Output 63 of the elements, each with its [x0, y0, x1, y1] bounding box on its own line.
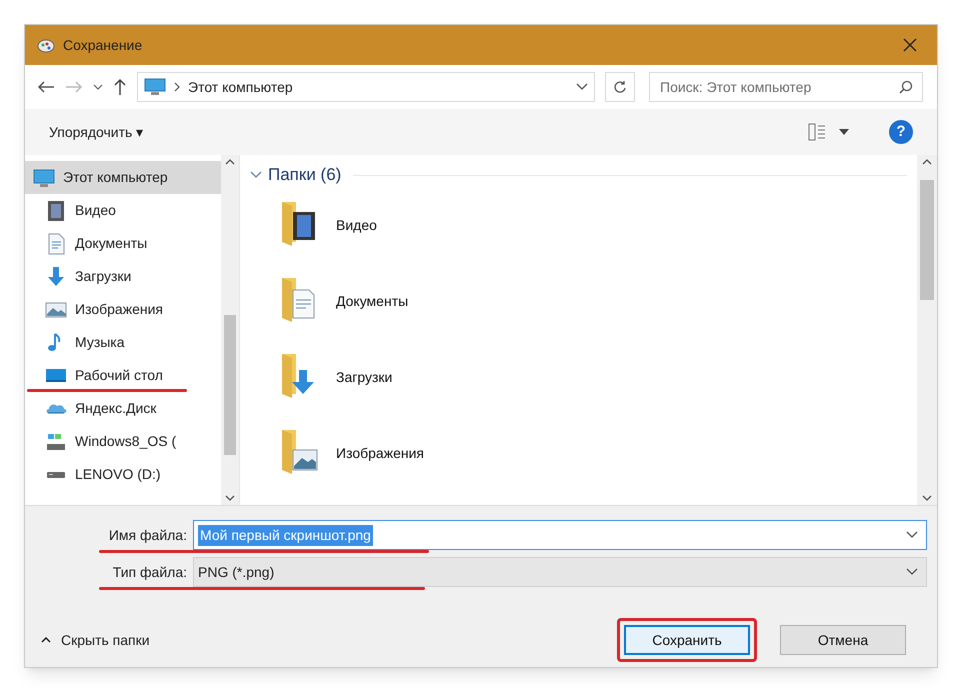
folder-item[interactable]: Загрузки: [278, 339, 538, 415]
search-icon: [899, 80, 913, 94]
chevron-down-icon: [906, 568, 918, 576]
chevron-up-icon: [922, 159, 932, 165]
up-button[interactable]: [113, 78, 127, 96]
sidebar-item[interactable]: Загрузки: [25, 260, 221, 293]
scrollbar[interactable]: [221, 155, 239, 505]
address-bar[interactable]: Этот компьютер: [137, 72, 595, 102]
down-arrow-icon: [45, 266, 67, 288]
sidebar-item[interactable]: Этот компьютер: [25, 161, 221, 194]
chevron-up-icon: [225, 159, 235, 165]
file-type-dropdown[interactable]: PNG (*.png): [193, 557, 927, 587]
sidebar-item[interactable]: Документы: [25, 227, 221, 260]
folder-item[interactable]: Изображения: [278, 415, 538, 491]
recent-locations-button[interactable]: [93, 84, 103, 90]
sidebar-item[interactable]: Рабочий стол: [25, 359, 221, 392]
refresh-button[interactable]: [605, 72, 635, 102]
view-options-button[interactable]: [807, 122, 849, 142]
close-icon: [903, 38, 917, 52]
folder-item[interactable]: Видео: [278, 187, 538, 263]
address-path: Этот компьютер: [188, 78, 294, 97]
up-arrow-icon: [113, 78, 127, 96]
chevron-down-icon: [576, 83, 588, 91]
chevron-down-icon: [93, 84, 103, 90]
sidebar-item[interactable]: Яндекс.Диск: [25, 392, 221, 425]
chevron-down-icon: [250, 171, 262, 179]
chevron-down-icon: [906, 531, 918, 539]
paint-palette-icon: [37, 37, 55, 53]
scrollbar[interactable]: [917, 155, 937, 505]
chevron-down-icon: [922, 495, 932, 501]
film-icon: [45, 200, 67, 222]
scrollbar-thumb[interactable]: [920, 180, 934, 300]
group-header[interactable]: Папки (6): [268, 162, 342, 188]
scrollbar-thumb[interactable]: [224, 315, 236, 455]
chevron-down-icon: [225, 495, 235, 501]
organize-button[interactable]: Упорядочить ▾: [49, 122, 807, 142]
monitor-icon: [33, 166, 55, 188]
forward-arrow-icon: [65, 80, 83, 94]
hide-folders-label: Скрыть папки: [61, 630, 150, 650]
drive-icon: [47, 472, 65, 478]
folder-item[interactable]: Документы: [278, 263, 538, 339]
sidebar-item[interactable]: Windows8_OS (: [25, 425, 221, 458]
cancel-button[interactable]: Отмена: [780, 625, 906, 655]
field-label: Имя файла:: [108, 526, 188, 545]
save-button[interactable]: Сохранить: [624, 625, 750, 655]
view-list-icon: [807, 122, 827, 142]
sidebar-item[interactable]: Музыка: [25, 326, 221, 359]
field-label: Тип файла:: [112, 562, 188, 582]
hide-folders-button[interactable]: Скрыть папки: [41, 630, 617, 650]
search-field[interactable]: Поиск: Этот компьютер: [649, 72, 923, 102]
caret-icon: [839, 129, 849, 135]
refresh-icon: [613, 80, 627, 94]
help-button[interactable]: ?: [889, 120, 913, 144]
back-button[interactable]: [37, 80, 55, 94]
chevron-right-icon: [174, 82, 180, 92]
drive-icon: [47, 434, 65, 450]
sidebar-item[interactable]: Изображения: [25, 293, 221, 326]
sidebar-item[interactable]: Видео: [25, 194, 221, 227]
sidebar-item[interactable]: LENOVO (D:): [25, 458, 221, 491]
chevron-up-icon: [41, 637, 51, 643]
back-arrow-icon: [37, 80, 55, 94]
window-title: Сохранение: [63, 36, 144, 55]
monitor-icon: [144, 78, 166, 96]
